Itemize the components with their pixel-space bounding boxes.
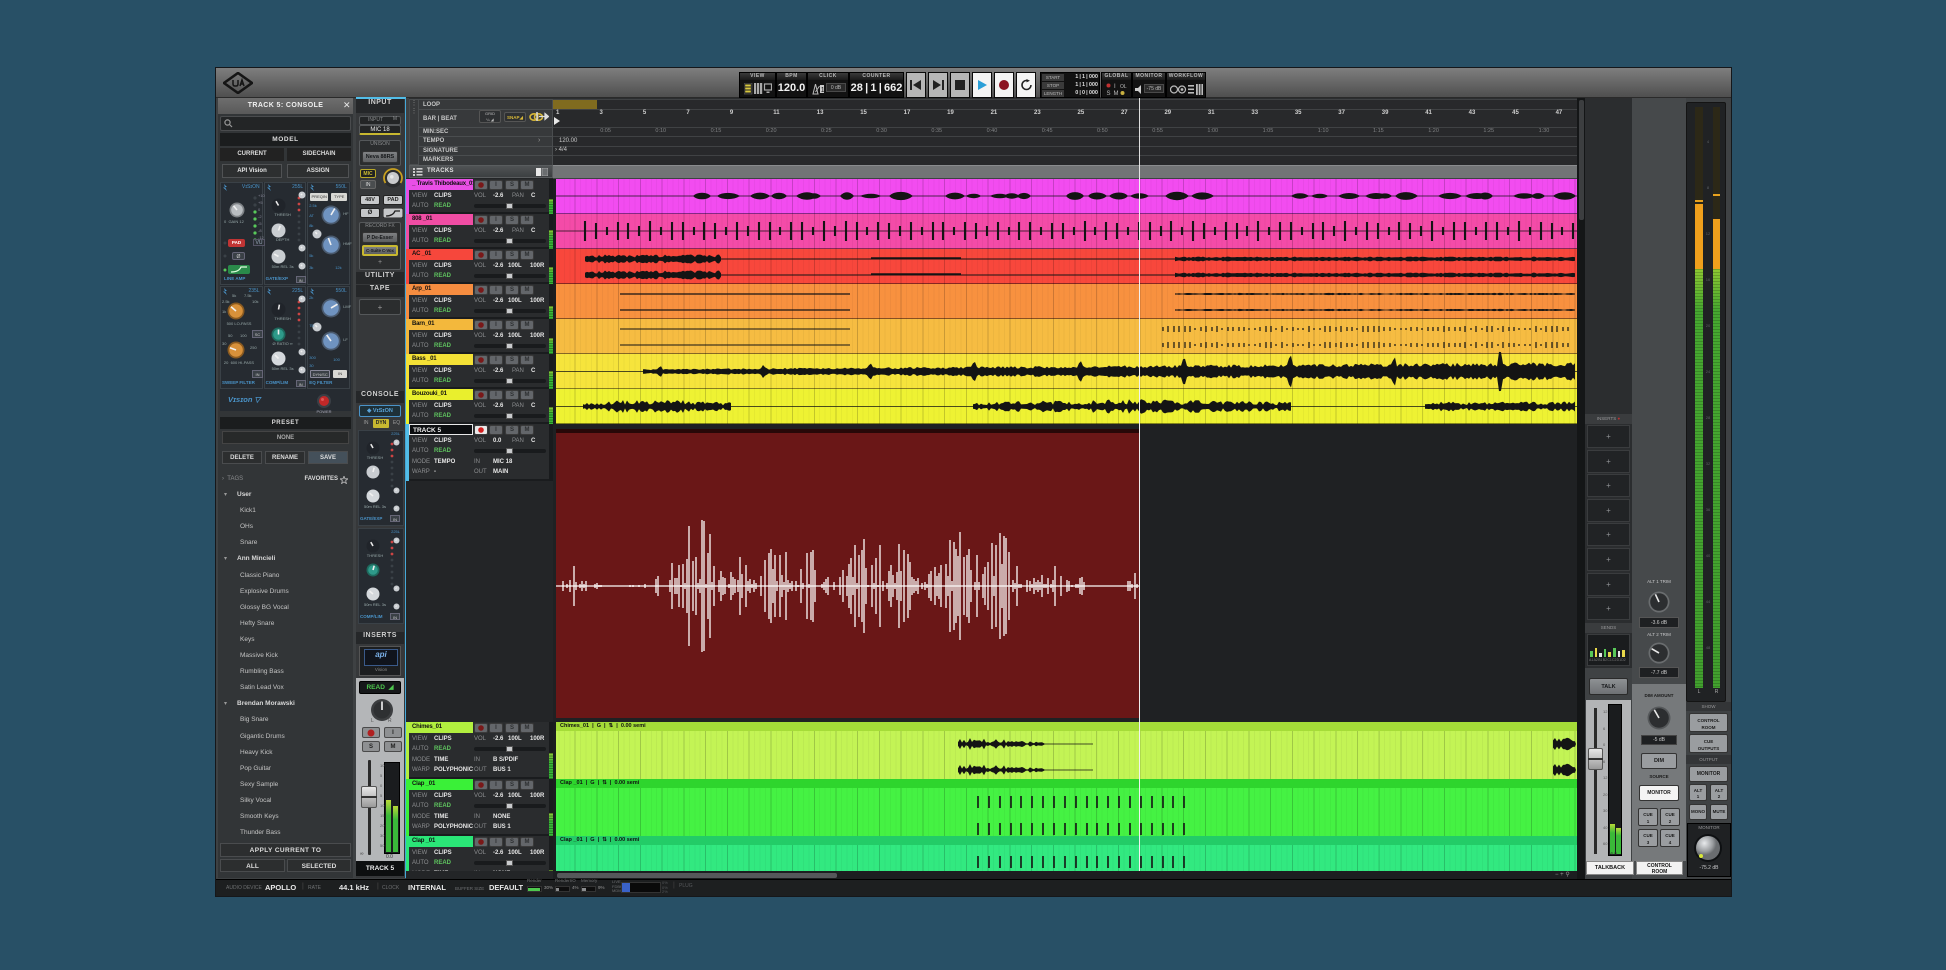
svg-text:L: L	[371, 718, 374, 722]
svg-text:R: R	[388, 718, 392, 722]
